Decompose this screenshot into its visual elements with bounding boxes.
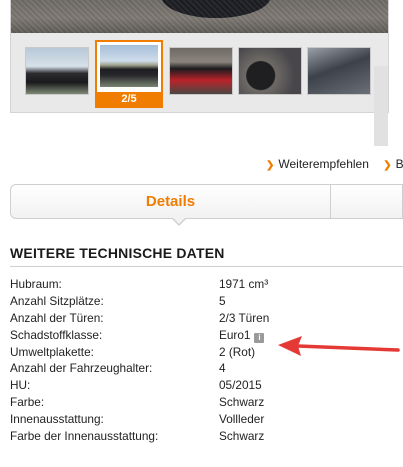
spec-value: 4 <box>219 361 226 376</box>
thumbnail-3[interactable] <box>169 47 233 95</box>
spec-label: Farbe: <box>10 395 45 410</box>
action-links: ❯Weiterempfehlen ❯Be <box>266 157 403 171</box>
image-counter: 2/5 <box>97 92 161 106</box>
thumbnail-5[interactable] <box>307 47 371 95</box>
spec-row: Anzahl der Türen: 2/3 Türen <box>10 310 400 327</box>
thumbnail-4[interactable] <box>238 47 302 95</box>
spec-value: Schwarz <box>219 429 265 444</box>
annotation-arrow-icon <box>278 336 400 356</box>
main-photo[interactable] <box>11 0 388 33</box>
spec-label: Umweltplakette: <box>10 344 94 359</box>
spec-value: Schwarz <box>219 395 265 410</box>
recommend-link[interactable]: ❯ Weiterempfehlen <box>266 157 372 171</box>
active-tab-indicator <box>171 217 187 226</box>
spec-row: Hubraum: 1971 cm³ <box>10 276 400 293</box>
spec-row: Anzahl der Fahrzeughalter: 4 <box>10 360 400 377</box>
spec-value-text: Euro1 <box>219 327 251 342</box>
thumbnail-1[interactable] <box>25 47 89 95</box>
spec-label: HU: <box>10 378 31 393</box>
chevron-right-icon: ❯ <box>266 160 275 171</box>
second-action-link[interactable]: ❯Be <box>383 157 403 171</box>
vehicle-details-page: 2/5 ❯Weiterempfehlen ❯Be Details WEITERE… <box>0 0 403 467</box>
spec-label: Farbe der Innenausstattung: <box>10 429 159 444</box>
spec-value: 5 <box>219 293 226 308</box>
spec-row: Farbe der Innenausstattung: Schwarz <box>10 428 400 445</box>
section-divider <box>10 266 403 267</box>
spec-value: 05/2015 <box>219 378 262 393</box>
spec-label: Anzahl Sitzplätze: <box>10 293 104 308</box>
spec-value: 2/3 Türen <box>219 310 270 325</box>
info-icon[interactable]: i <box>254 332 265 343</box>
spec-value: Vollleder <box>219 412 265 427</box>
gallery-scroll-right[interactable] <box>374 66 388 146</box>
spec-row: Anzahl Sitzplätze: 5 <box>10 293 400 310</box>
spec-label: Hubraum: <box>10 277 62 291</box>
photo-gallery: 2/5 <box>10 0 389 146</box>
section-title: WEITERE TECHNISCHE DATEN <box>10 245 225 261</box>
spec-value-with-info: Euro1 i <box>219 327 265 344</box>
spec-row: Innenausstattung: Vollleder <box>10 411 400 428</box>
tab-bar: Details <box>10 184 403 226</box>
spec-value: 1971 cm³ <box>219 277 269 291</box>
spec-label: Anzahl der Fahrzeughalter: <box>10 361 153 376</box>
spec-row: Farbe: Schwarz <box>10 394 400 411</box>
thumbnail-2-active[interactable]: 2/5 <box>95 40 163 108</box>
tab-details[interactable]: Details <box>11 185 331 218</box>
spec-row: HU: 05/2015 <box>10 377 400 394</box>
spec-value: 2 (Rot) <box>219 344 256 359</box>
thumbnail-strip: 2/5 <box>11 33 388 146</box>
chevron-right-icon: ❯ <box>383 160 392 171</box>
spec-label: Anzahl der Türen: <box>10 310 104 325</box>
spec-label: Innenausstattung: <box>10 412 104 427</box>
spec-label: Schadstoffklasse: <box>10 327 103 342</box>
